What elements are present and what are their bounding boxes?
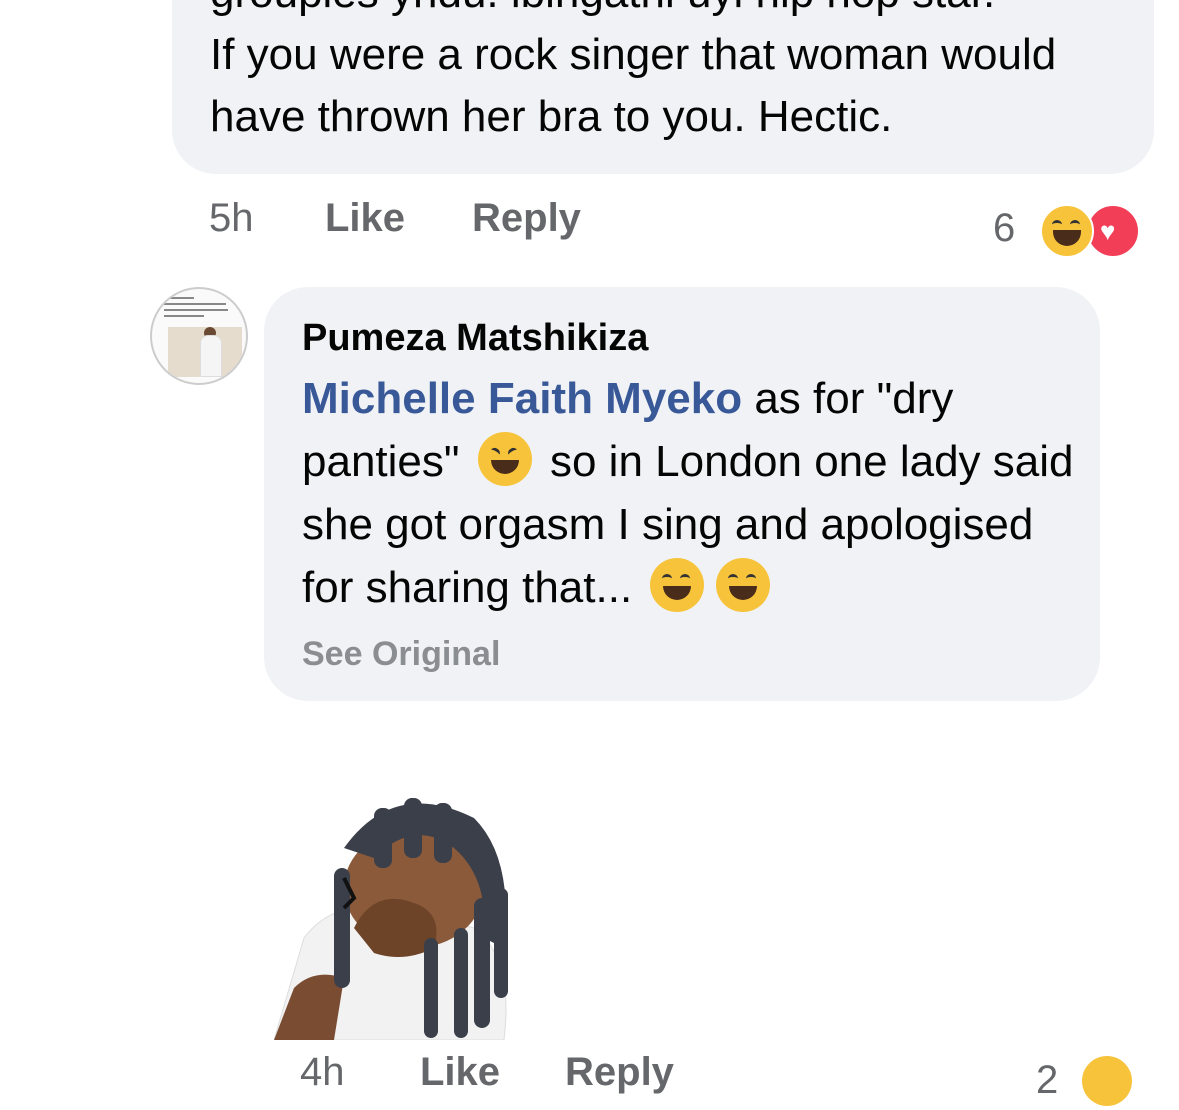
grinning-emoji bbox=[716, 558, 771, 612]
comment-bubble: groupies yhdu. ibingathi uyi hip hop sta… bbox=[172, 0, 1154, 174]
haha-icon[interactable] bbox=[1040, 204, 1094, 258]
like-button[interactable]: Like bbox=[420, 1050, 500, 1095]
mention-link[interactable]: Michelle Faith Myeko bbox=[302, 374, 742, 423]
reaction-count[interactable]: 6 bbox=[993, 206, 1015, 251]
haha-icon[interactable] bbox=[1082, 1056, 1132, 1106]
reply-button[interactable]: Reply bbox=[565, 1050, 674, 1095]
avatar[interactable] bbox=[150, 287, 248, 385]
reply-button[interactable]: Reply bbox=[472, 196, 581, 241]
comment-text-partial: groupies yhdu. ibingathi uyi hip hop sta… bbox=[210, 0, 1130, 24]
comment-text-main: If you were a rock singer that woman wou… bbox=[210, 30, 1057, 141]
like-button[interactable]: Like bbox=[325, 196, 405, 241]
comment-text: groupies yhdu. ibingathi uyi hip hop sta… bbox=[210, 0, 1130, 148]
comment-actions: 4h Like Reply 2 bbox=[0, 1050, 1179, 1110]
love-icon[interactable]: ♥ bbox=[1086, 204, 1140, 258]
grinning-emoji bbox=[650, 558, 705, 612]
facepalm-avatar-sticker[interactable] bbox=[273, 788, 564, 1041]
see-original-link[interactable]: See Original bbox=[302, 635, 500, 674]
comment-bubble: Pumeza Matshikiza Michelle Faith Myeko a… bbox=[264, 287, 1100, 701]
comment-actions: 5h Like Reply 6 bbox=[0, 196, 1179, 256]
comment-timestamp: 5h bbox=[209, 196, 254, 240]
comment-text: Michelle Faith Myeko as for "dry panties… bbox=[302, 367, 1082, 619]
comment-timestamp: 4h bbox=[300, 1050, 345, 1094]
comment-author[interactable]: Pumeza Matshikiza bbox=[302, 317, 648, 360]
laughing-squint-emoji bbox=[477, 432, 532, 486]
reaction-count[interactable]: 2 bbox=[1036, 1058, 1058, 1103]
